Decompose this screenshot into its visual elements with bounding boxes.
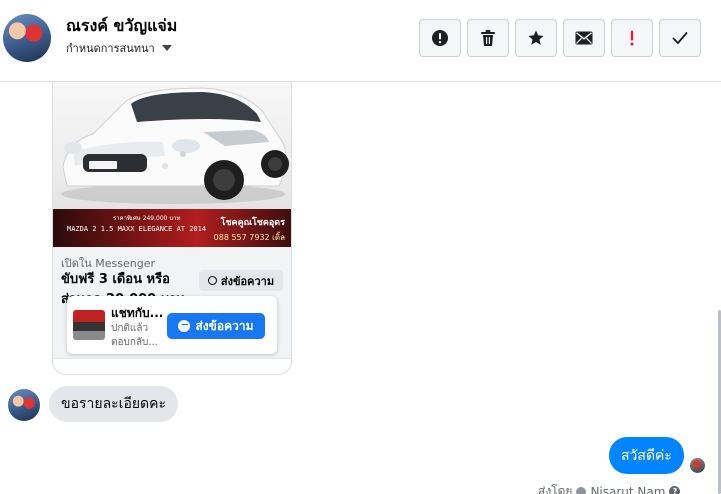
mark-unread-button[interactable]	[563, 19, 605, 57]
check-circle-icon	[576, 486, 587, 494]
read-receipt-avatar	[690, 458, 705, 473]
banner-price: ราคาพิเศษ 249,000 บาท	[113, 215, 181, 222]
banner-dealer-name: โชคคูณโชคอุดร	[220, 218, 285, 228]
trash-icon	[481, 30, 495, 46]
sent-by-line: ส่งโดย Nisarut Nam ?	[538, 482, 681, 494]
send-message-button[interactable]: ส่งข้อความ	[199, 270, 283, 291]
incoming-message[interactable]: ขอรายละเอียดคะ	[49, 386, 179, 422]
car-illustration	[61, 87, 289, 204]
follow-up-button[interactable]	[611, 19, 653, 57]
page-thumbnail	[73, 310, 105, 340]
outgoing-message[interactable]: สวัสดีค่ะ	[609, 437, 684, 474]
send-message-label: ส่งข้อความ	[220, 274, 275, 288]
response-note-line: ตอบกลับ...	[111, 337, 158, 348]
assign-conversation-dropdown[interactable]: กำหนดการสนทนา	[66, 39, 172, 57]
envelope-icon	[575, 31, 593, 45]
sender-avatar[interactable]	[8, 389, 40, 421]
report-spam-button[interactable]	[419, 19, 461, 57]
contact-avatar[interactable]	[3, 14, 51, 62]
assign-conversation-label: กำหนดการสนทนา	[66, 42, 155, 55]
delete-button[interactable]	[467, 19, 509, 57]
shared-post-card[interactable]: ราคาพิเศษ 249,000 บาท โชคคูณโชคอุดร 088 …	[52, 82, 292, 375]
response-note-line: ปกติแล้ว	[111, 323, 149, 334]
post-card-footer	[53, 358, 291, 374]
send-message-primary-button[interactable]: ส่งข้อความ	[167, 313, 265, 339]
mark-done-button[interactable]	[659, 19, 701, 57]
checkmark-icon	[672, 32, 688, 44]
banner-phone: 088 557 7932 เติ้ล	[213, 233, 285, 242]
messenger-icon	[178, 320, 191, 332]
star-button[interactable]	[515, 19, 557, 57]
chevron-down-icon	[161, 45, 172, 51]
send-message-primary-label: ส่งข้อความ	[195, 318, 254, 333]
question-circle-icon[interactable]: ?	[669, 486, 681, 494]
chat-with-page-card[interactable]: แชทกับ... ปกติแล้ว ตอบกลับ... ส่งข้อความ	[67, 296, 277, 354]
star-icon	[528, 30, 544, 45]
contact-name[interactable]: ณรงค์ ขวัญแจ่ม	[66, 14, 177, 39]
banner-car-model: MAZDA 2 1.5 MAXX ELEGANCE AT 2014	[67, 225, 207, 233]
conversation-header: ณรงค์ ขวัญแจ่ม กำหนดการสนทนา	[0, 0, 721, 82]
sent-by-prefix: ส่งโดย	[538, 484, 573, 494]
exclamation-icon	[630, 30, 634, 46]
post-title-line: ขับฟรี 3 เดือน หรือ	[61, 272, 170, 287]
inbox-conversation-view: ณรงค์ ขวัญแจ่ม กำหนดการสนทนา ราคาพิเศษ 2…	[0, 0, 721, 494]
exclamation-circle-icon	[432, 30, 448, 46]
sent-by-name[interactable]: Nisarut Nam	[590, 485, 665, 494]
messenger-icon	[207, 276, 217, 285]
